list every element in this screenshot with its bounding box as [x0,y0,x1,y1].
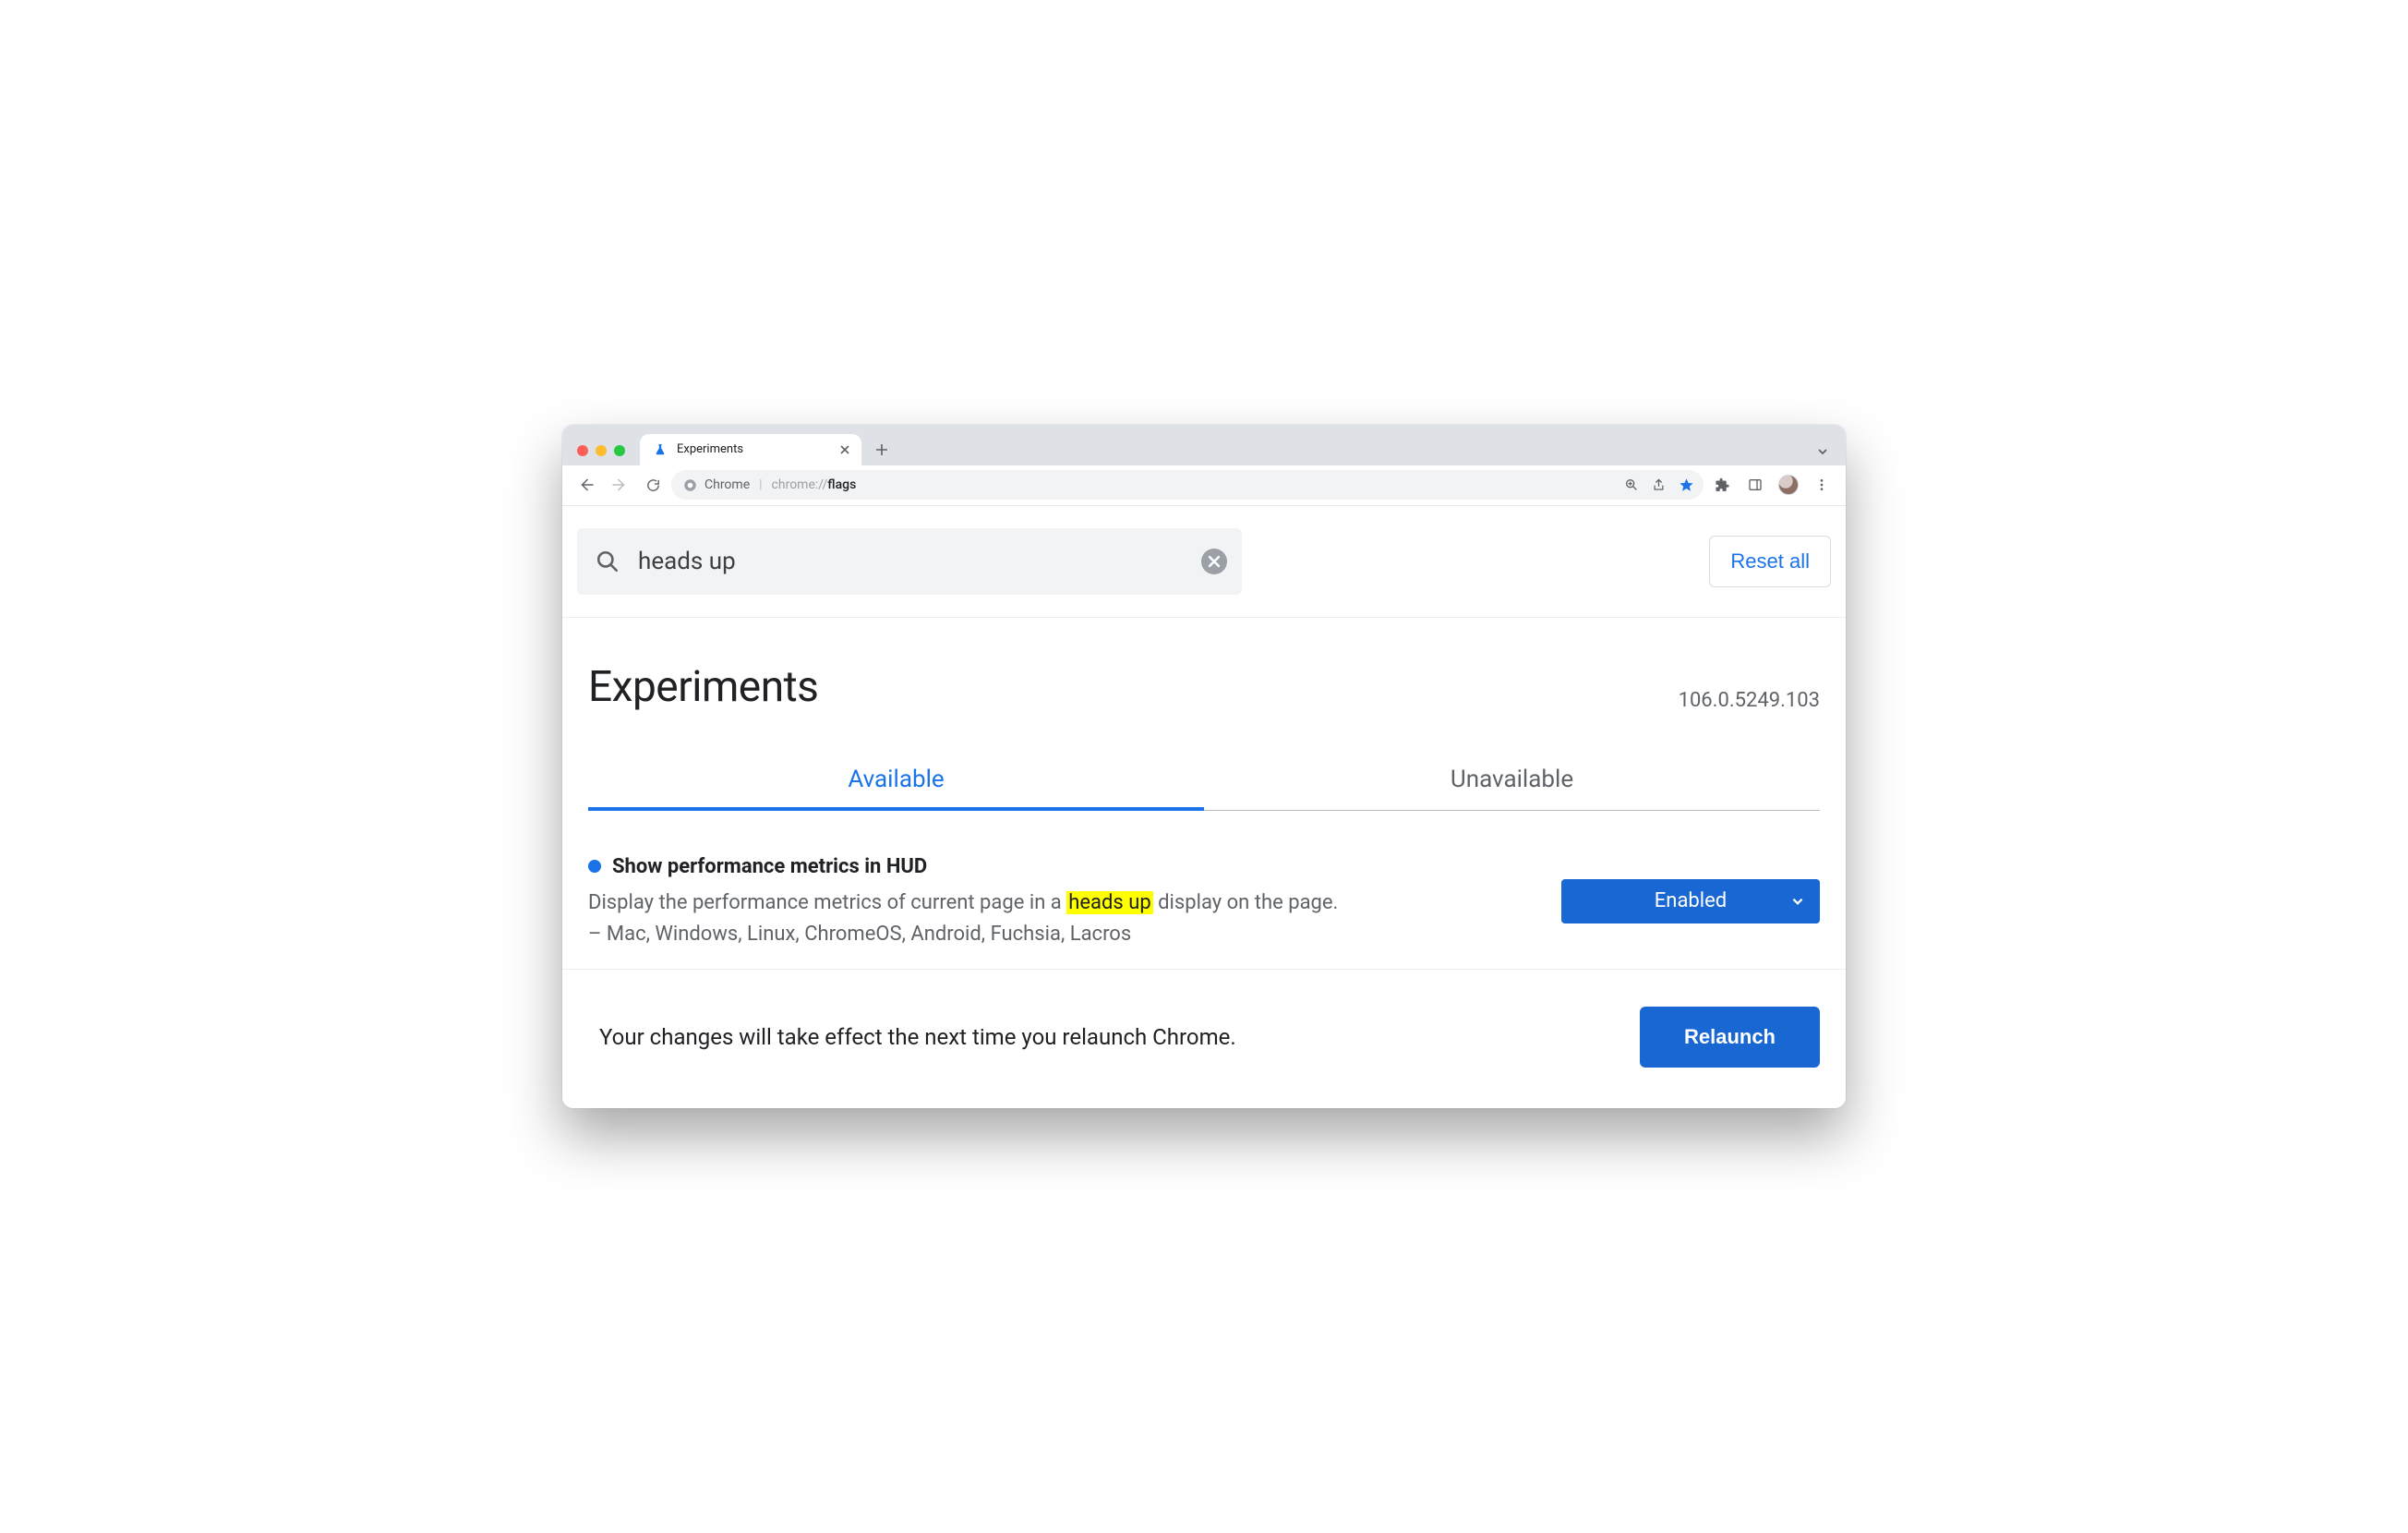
flag-description: Display the performance metrics of curre… [588,887,1345,950]
flag-search-input[interactable] [636,547,1185,576]
tab-close-icon[interactable] [837,442,852,457]
url-path: chrome://flags [772,477,857,492]
url-origin: Chrome [704,477,750,492]
search-icon [596,549,620,573]
relaunch-bar: Your changes will take effect the next t… [562,970,1846,1108]
window-controls [573,445,632,465]
bookmark-star-icon[interactable] [1679,477,1694,493]
toolbar: Chrome | chrome://flags [562,465,1846,506]
back-button[interactable] [572,470,601,500]
flag-info: Show performance metrics in HUD Display … [588,855,1524,950]
browser-tab-active[interactable]: Experiments [640,434,861,465]
new-tab-button[interactable] [869,437,895,463]
tab-title: Experiments [677,442,828,456]
search-row: Reset all [562,506,1846,618]
search-highlight: heads up [1066,891,1152,914]
window-zoom-icon[interactable] [614,445,625,456]
browser-window: Experiments Chrome | c [562,425,1846,1108]
chevron-down-icon [1790,894,1805,909]
address-bar[interactable]: Chrome | chrome://flags [671,470,1704,500]
tabs-overflow-icon[interactable] [1816,445,1835,465]
chrome-version: 106.0.5249.103 [1679,689,1820,712]
menu-icon[interactable] [1807,470,1836,500]
omnibox-actions [1624,477,1694,493]
reload-button[interactable] [638,470,668,500]
share-icon[interactable] [1652,477,1666,492]
side-panel-icon[interactable] [1740,470,1770,500]
page-content: Reset all Experiments 106.0.5249.103 Ava… [562,506,1846,1108]
flask-icon [653,442,668,457]
flag-title: Show performance metrics in HUD [612,855,927,878]
reset-all-button[interactable]: Reset all [1709,536,1831,587]
relaunch-message: Your changes will take effect the next t… [599,1024,1236,1050]
profile-avatar[interactable] [1774,470,1803,500]
flag-item: Show performance metrics in HUD Display … [562,811,1846,970]
modified-dot-icon [588,860,601,873]
forward-button[interactable] [605,470,634,500]
header-row: Experiments 106.0.5249.103 [562,618,1846,712]
flag-state-select[interactable]: Enabled [1561,879,1820,923]
tab-strip: Experiments [562,425,1846,465]
flag-tabs: Available Unavailable [588,753,1820,811]
tab-available[interactable]: Available [588,753,1204,810]
chrome-logo-icon [682,477,697,492]
url-separator: | [757,477,764,492]
tab-unavailable[interactable]: Unavailable [1204,753,1820,810]
page-title: Experiments [588,662,818,712]
extensions-icon[interactable] [1707,470,1737,500]
flag-state-value: Enabled [1655,889,1727,912]
flag-search-box[interactable] [577,528,1242,595]
clear-search-icon[interactable] [1201,549,1227,574]
zoom-icon[interactable] [1624,477,1639,492]
window-minimize-icon[interactable] [596,445,607,456]
relaunch-button[interactable]: Relaunch [1640,1007,1820,1068]
window-close-icon[interactable] [577,445,588,456]
